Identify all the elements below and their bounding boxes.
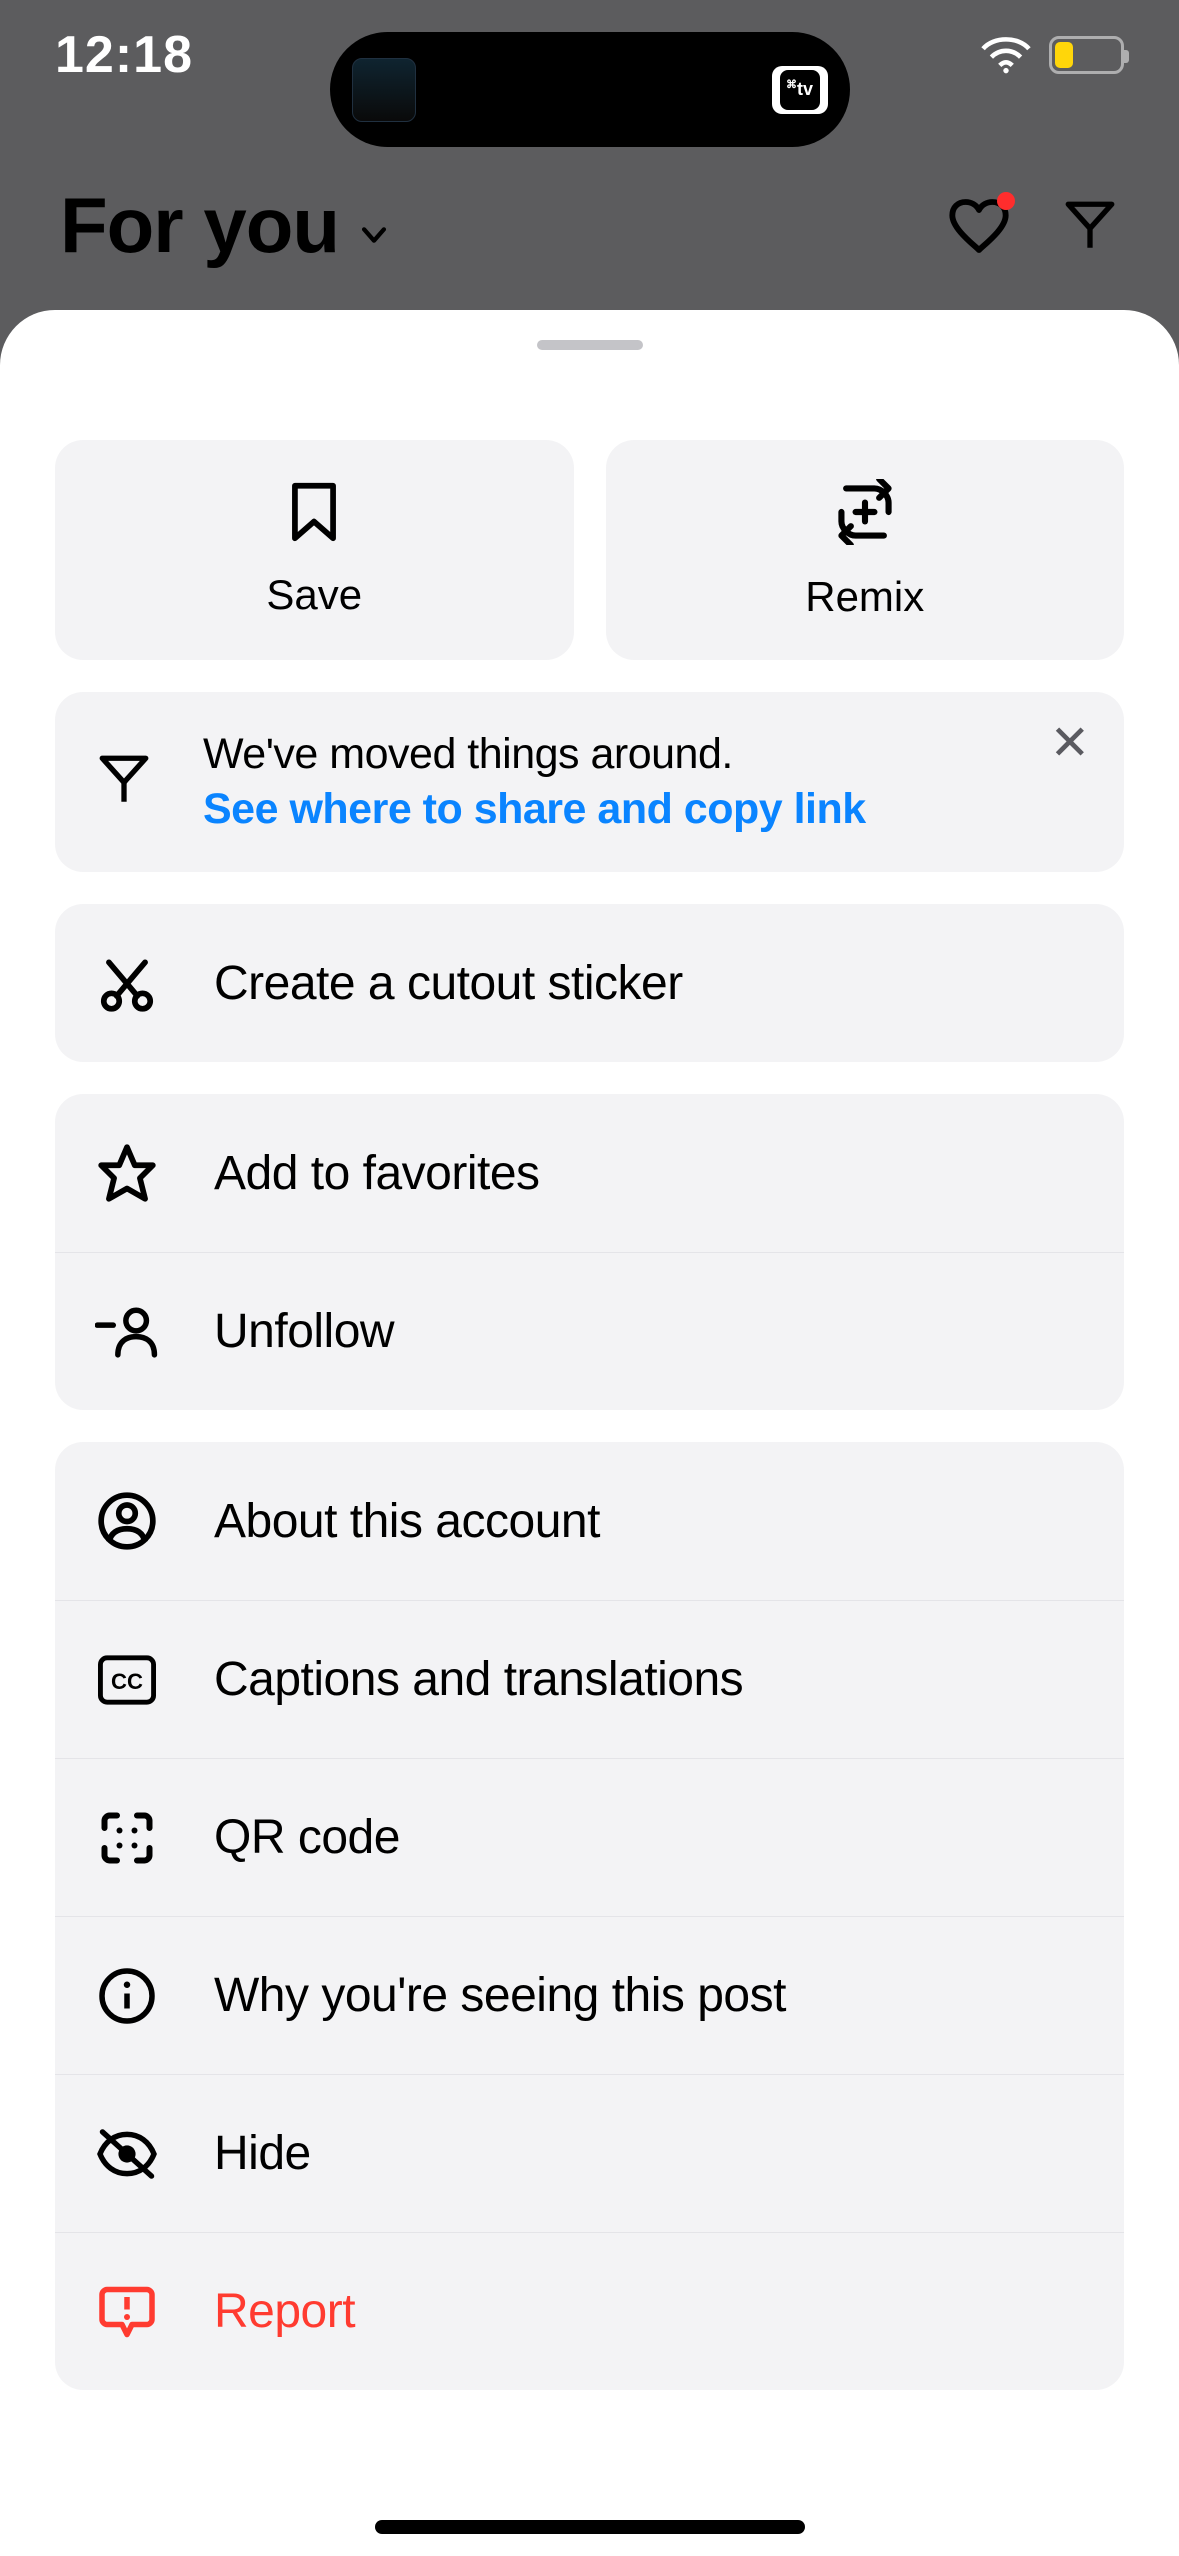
remix-icon — [831, 479, 899, 545]
row-label: Unfollow — [214, 1304, 394, 1359]
why-seeing-row[interactable]: Why you're seeing this post — [55, 1916, 1124, 2074]
status-bar: 12:18 ⌘tv — [0, 0, 1179, 110]
report-row[interactable]: Report — [55, 2232, 1124, 2390]
bookmark-icon — [285, 481, 343, 543]
remix-label: Remix — [805, 573, 924, 621]
island-tv-widget: ⌘tv — [772, 66, 828, 114]
remix-button[interactable]: Remix — [606, 440, 1125, 660]
info-icon — [95, 1966, 159, 2026]
unfollow-row[interactable]: Unfollow — [55, 1252, 1124, 1410]
captions-row[interactable]: CC Captions and translations — [55, 1600, 1124, 1758]
qr-code-icon — [95, 1808, 159, 1868]
action-group-3: About this account CC Captions and trans… — [55, 1442, 1124, 2390]
eye-off-icon — [95, 2127, 159, 2181]
report-icon — [95, 2282, 159, 2342]
qr-code-row[interactable]: QR code — [55, 1758, 1124, 1916]
row-label: Create a cutout sticker — [214, 956, 683, 1011]
row-label: QR code — [214, 1810, 400, 1865]
scissors-icon — [95, 952, 159, 1014]
appletv-icon: ⌘tv — [780, 70, 820, 110]
row-label: Hide — [214, 2126, 311, 2181]
action-sheet: Save Remix We've m — [0, 310, 1179, 2556]
about-account-row[interactable]: About this account — [55, 1442, 1124, 1600]
row-label: Report — [214, 2284, 355, 2339]
status-time: 12:18 — [55, 25, 193, 85]
unfollow-icon — [95, 1304, 159, 1360]
wifi-icon — [981, 36, 1031, 74]
notifications-icon[interactable] — [947, 196, 1011, 256]
action-group-1: Create a cutout sticker — [55, 904, 1124, 1062]
info-text: We've moved things around. — [203, 730, 866, 779]
page-title[interactable]: For you — [60, 180, 339, 271]
island-app-icon — [352, 58, 416, 122]
cc-icon: CC — [95, 1653, 159, 1707]
send-icon — [95, 751, 153, 814]
hide-row[interactable]: Hide — [55, 2074, 1124, 2232]
action-group-2: Add to favorites Unfollow — [55, 1094, 1124, 1410]
info-card[interactable]: We've moved things around. See where to … — [55, 692, 1124, 872]
dynamic-island: ⌘tv — [330, 32, 850, 147]
chevron-down-icon[interactable] — [357, 218, 391, 257]
add-favorites-row[interactable]: Add to favorites — [55, 1094, 1124, 1252]
close-icon[interactable]: ✕ — [1050, 720, 1090, 768]
send-icon[interactable] — [1061, 197, 1119, 255]
sheet-grabber[interactable] — [537, 340, 643, 350]
row-label: About this account — [214, 1494, 600, 1549]
create-cutout-sticker-row[interactable]: Create a cutout sticker — [55, 904, 1124, 1062]
save-button[interactable]: Save — [55, 440, 574, 660]
feed-header: For you — [0, 180, 1179, 271]
svg-text:CC: CC — [111, 1668, 143, 1693]
save-label: Save — [266, 571, 362, 619]
row-label: Why you're seeing this post — [214, 1968, 786, 2023]
info-link[interactable]: See where to share and copy link — [203, 785, 866, 834]
row-label: Add to favorites — [214, 1146, 540, 1201]
star-icon — [95, 1142, 159, 1204]
user-circle-icon — [95, 1490, 159, 1552]
row-label: Captions and translations — [214, 1652, 743, 1707]
home-indicator[interactable] — [375, 2520, 805, 2534]
status-right — [981, 36, 1124, 74]
battery-icon — [1049, 36, 1124, 74]
